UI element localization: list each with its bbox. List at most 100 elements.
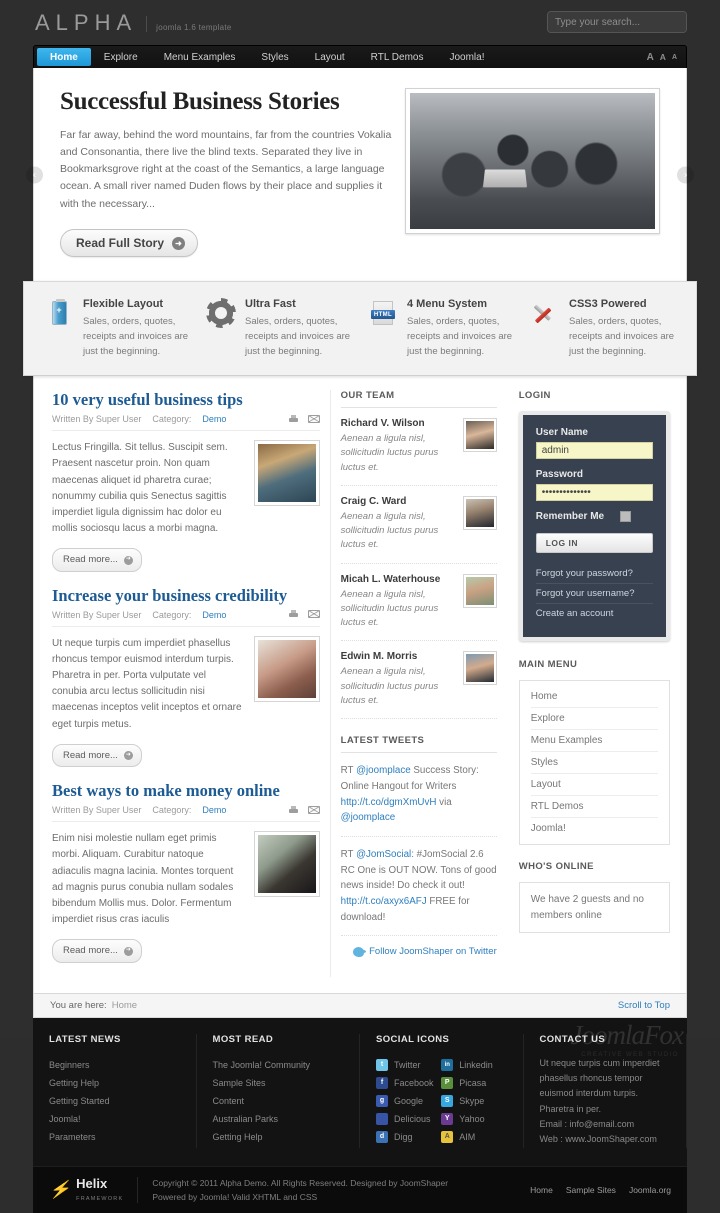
- feature-item: CSS3 Powered Sales, orders, quotes, rece…: [524, 298, 682, 359]
- search-input[interactable]: [548, 12, 687, 32]
- social-link-linkedin[interactable]: inLinkedin: [441, 1056, 506, 1074]
- footer-column-title: CONTACT US: [540, 1034, 671, 1045]
- logo-divider: [146, 16, 147, 32]
- article-thumbnail[interactable]: [254, 831, 320, 897]
- social-link-delicious[interactable]: Delicious: [376, 1110, 441, 1128]
- nav-item-styles[interactable]: Styles: [248, 46, 301, 68]
- logo-text: ALPHA: [35, 10, 137, 36]
- footer-link[interactable]: Getting Help: [49, 1074, 180, 1092]
- tweet-link[interactable]: http://t.co/dgmXmUvH: [341, 797, 437, 808]
- article-thumbnail[interactable]: [254, 440, 320, 506]
- footer-nav: Home Sample Sites Joomla.org: [530, 1185, 671, 1195]
- font-reset-icon[interactable]: A: [660, 52, 666, 62]
- footer-nav-sample-sites[interactable]: Sample Sites: [566, 1185, 616, 1195]
- article-category[interactable]: Demo: [202, 610, 226, 620]
- nav-item-joomla[interactable]: Joomla!: [436, 46, 497, 68]
- article-thumbnail[interactable]: [254, 636, 320, 702]
- article: Increase your business credibility Writt…: [52, 586, 320, 768]
- slider-prev-button[interactable]: ‹: [26, 166, 43, 183]
- username-input[interactable]: [536, 442, 653, 459]
- social-link-yahoo[interactable]: YYahoo: [441, 1110, 506, 1128]
- nav-item-layout[interactable]: Layout: [302, 46, 358, 68]
- sidebar-item-menu-examples[interactable]: Menu Examples: [531, 730, 658, 752]
- footer-link[interactable]: Joomla!: [49, 1110, 180, 1128]
- sidebar-item-home[interactable]: Home: [531, 686, 658, 708]
- forgot-password-link[interactable]: Forgot your password?: [536, 564, 653, 584]
- email-icon[interactable]: [308, 610, 320, 618]
- slider-band: ‹ › Successful Business Stories Far far …: [0, 68, 720, 1018]
- sidebar-item-joomla[interactable]: Joomla!: [531, 818, 658, 839]
- print-icon[interactable]: [288, 806, 299, 815]
- tweet-handle-2[interactable]: @joomplace: [341, 812, 396, 823]
- read-full-story-button[interactable]: Read Full Story ➜: [60, 229, 198, 257]
- read-more-button[interactable]: Read more... ➜: [52, 548, 142, 571]
- nav-item-explore[interactable]: Explore: [91, 46, 151, 68]
- footer-link[interactable]: Getting Started: [49, 1092, 180, 1110]
- article-body: Lectus Fringilla. Sit tellus. Suscipit s…: [52, 440, 320, 572]
- email-icon[interactable]: [308, 415, 320, 423]
- nav-item-menu-examples[interactable]: Menu Examples: [151, 46, 249, 68]
- slider-next-button[interactable]: ›: [677, 166, 694, 183]
- follow-twitter-link[interactable]: Follow JoomShaper on Twitter: [341, 946, 497, 957]
- nav-item-rtl-demos[interactable]: RTL Demos: [358, 46, 437, 68]
- google-icon: g: [376, 1095, 388, 1107]
- footer-nav-home[interactable]: Home: [530, 1185, 553, 1195]
- sidebar-item-rtl-demos[interactable]: RTL Demos: [531, 796, 658, 818]
- social-link-twitter[interactable]: tTwitter: [376, 1056, 441, 1074]
- footer-link[interactable]: The Joomla! Community: [213, 1056, 344, 1074]
- team-member-desc: Aenean a ligula nisl, sollicitudin luctu…: [341, 588, 455, 631]
- footer-link[interactable]: Getting Help: [213, 1128, 344, 1146]
- contact-email: Email : info@email.com: [540, 1117, 671, 1132]
- avatar: [463, 496, 497, 530]
- font-increase-icon[interactable]: A: [647, 52, 654, 63]
- social-link-picasa[interactable]: PPicasa: [441, 1074, 506, 1092]
- footer-link[interactable]: Sample Sites: [213, 1074, 344, 1092]
- scroll-to-top-link[interactable]: Scroll to Top: [618, 1000, 670, 1011]
- footer-link[interactable]: Beginners: [49, 1056, 180, 1074]
- social-link-google[interactable]: gGoogle: [376, 1092, 441, 1110]
- social-link-digg[interactable]: dDigg: [376, 1128, 441, 1146]
- tweet-link[interactable]: http://t.co/axyx6AFJ: [341, 896, 427, 907]
- feature-item: HTML 4 Menu System Sales, orders, quotes…: [362, 298, 520, 359]
- read-more-button[interactable]: Read more... ➜: [52, 744, 142, 767]
- team-member: Edwin M. Morris Aenean a ligula nisl, so…: [341, 651, 497, 719]
- breadcrumb-current[interactable]: Home: [112, 1000, 137, 1011]
- create-account-link[interactable]: Create an account: [536, 604, 653, 623]
- sidebar-item-explore[interactable]: Explore: [531, 708, 658, 730]
- article-title[interactable]: 10 very useful business tips: [52, 390, 320, 410]
- article-title[interactable]: Best ways to make money online: [52, 781, 320, 801]
- skype-icon: S: [441, 1095, 453, 1107]
- article-category[interactable]: Demo: [202, 414, 226, 424]
- copyright-line-1: Copyright © 2011 Alpha Demo. All Rights …: [152, 1176, 448, 1190]
- social-label: Facebook: [394, 1078, 434, 1088]
- tweet-handle[interactable]: @joomplace: [356, 765, 411, 776]
- social-link-skype[interactable]: SSkype: [441, 1092, 506, 1110]
- read-more-button[interactable]: Read more... ➜: [52, 939, 142, 962]
- tweet-handle[interactable]: @JomSocial: [356, 849, 411, 860]
- footer-link[interactable]: Parameters: [49, 1128, 180, 1146]
- sidebar-item-layout[interactable]: Layout: [531, 774, 658, 796]
- article-body: Ut neque turpis cum imperdiet phasellus …: [52, 636, 320, 768]
- password-input[interactable]: [536, 484, 653, 501]
- social-link-aim[interactable]: AAIM: [441, 1128, 506, 1146]
- nav-item-home[interactable]: Home: [37, 48, 91, 66]
- article-category[interactable]: Demo: [202, 805, 226, 815]
- delicious-icon: [376, 1113, 388, 1125]
- footer-nav-joomla-org[interactable]: Joomla.org: [629, 1185, 671, 1195]
- sidebar-item-styles[interactable]: Styles: [531, 752, 658, 774]
- forgot-username-link[interactable]: Forgot your username?: [536, 584, 653, 604]
- article-text: Enim nisi molestie nullam eget primis mo…: [52, 831, 243, 963]
- footer-link[interactable]: Content: [213, 1092, 344, 1110]
- footer-link[interactable]: Australian Parks: [213, 1110, 344, 1128]
- print-icon[interactable]: [288, 415, 299, 424]
- remember-me-checkbox[interactable]: [620, 511, 631, 522]
- email-icon[interactable]: [308, 806, 320, 814]
- article-title[interactable]: Increase your business credibility: [52, 586, 320, 606]
- font-decrease-icon[interactable]: A: [672, 54, 677, 61]
- search-box[interactable]: [547, 11, 687, 33]
- social-link-facebook[interactable]: fFacebook: [376, 1074, 441, 1092]
- print-icon[interactable]: [288, 610, 299, 619]
- login-button[interactable]: LOG IN: [536, 533, 653, 553]
- logo[interactable]: ALPHA joomla 1.6 template: [35, 10, 232, 36]
- hero-slider: ‹ › Successful Business Stories Far far …: [33, 68, 687, 281]
